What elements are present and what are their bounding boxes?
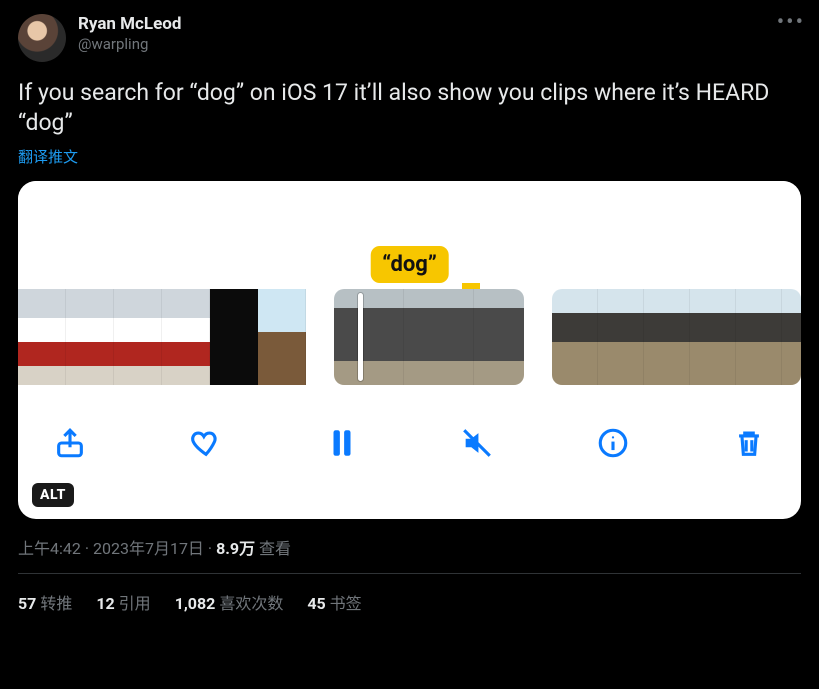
- thumbnail: [334, 289, 404, 385]
- thumbnail: [114, 289, 162, 385]
- thumbnail: [162, 289, 210, 385]
- tweet-container: ••• Ryan McLeod @warpling If you search …: [0, 0, 819, 628]
- author-display-name: Ryan McLeod: [78, 14, 181, 35]
- retweets[interactable]: 57 转推: [18, 590, 72, 614]
- media-card[interactable]: “dog”: [18, 181, 801, 519]
- share-icon[interactable]: [52, 425, 88, 461]
- trash-icon[interactable]: [731, 425, 767, 461]
- media-header: “dog”: [18, 181, 801, 289]
- mute-icon[interactable]: [459, 425, 495, 461]
- time[interactable]: 上午4:42: [18, 539, 81, 558]
- more-icon[interactable]: •••: [777, 10, 805, 35]
- thumbnail: [66, 289, 114, 385]
- thumbnail: [18, 289, 66, 385]
- author-names[interactable]: Ryan McLeod @warpling: [78, 14, 181, 54]
- video-timeline[interactable]: [18, 289, 801, 385]
- thumbnail: [782, 289, 801, 385]
- author-handle: @warpling: [78, 35, 181, 54]
- clip-2-active[interactable]: [334, 289, 524, 385]
- thumbnail: [598, 289, 644, 385]
- playhead[interactable]: [358, 293, 363, 381]
- tweet-header: Ryan McLeod @warpling: [18, 14, 801, 62]
- thumbnail: [258, 289, 306, 385]
- alt-badge[interactable]: ALT: [32, 483, 74, 507]
- views-label: 查看: [259, 539, 291, 558]
- clip-3[interactable]: [552, 289, 801, 385]
- info-icon[interactable]: [595, 425, 631, 461]
- caption-badge: “dog”: [370, 246, 449, 283]
- thumbnail: [552, 289, 598, 385]
- quotes[interactable]: 12 引用: [96, 590, 150, 614]
- tweet-stats: 57 转推 12 引用 1,082 喜欢次数 45 书签: [18, 574, 801, 614]
- tweet-meta: 上午4:42 · 2023年7月17日 · 8.9万 查看: [18, 535, 801, 559]
- tweet-body: If you search for “dog” on iOS 17 it’ll …: [18, 78, 801, 138]
- likes[interactable]: 1,082 喜欢次数: [175, 590, 284, 614]
- thumbnail: [404, 289, 474, 385]
- translate-link[interactable]: 翻译推文: [18, 146, 801, 167]
- views-count: 8.9万: [216, 539, 255, 558]
- thumbnail: [644, 289, 690, 385]
- thumbnail: [736, 289, 782, 385]
- thumbnail: [474, 289, 524, 385]
- date[interactable]: 2023年7月17日: [93, 539, 204, 558]
- clip-1[interactable]: [18, 289, 306, 385]
- media-toolbar: [18, 385, 801, 485]
- heart-icon[interactable]: [188, 425, 224, 461]
- pause-icon[interactable]: [324, 425, 360, 461]
- thumbnail: [690, 289, 736, 385]
- bookmarks[interactable]: 45 书签: [307, 590, 361, 614]
- avatar[interactable]: [18, 14, 66, 62]
- thumbnail: [210, 289, 258, 385]
- caption-marker: [462, 283, 480, 289]
